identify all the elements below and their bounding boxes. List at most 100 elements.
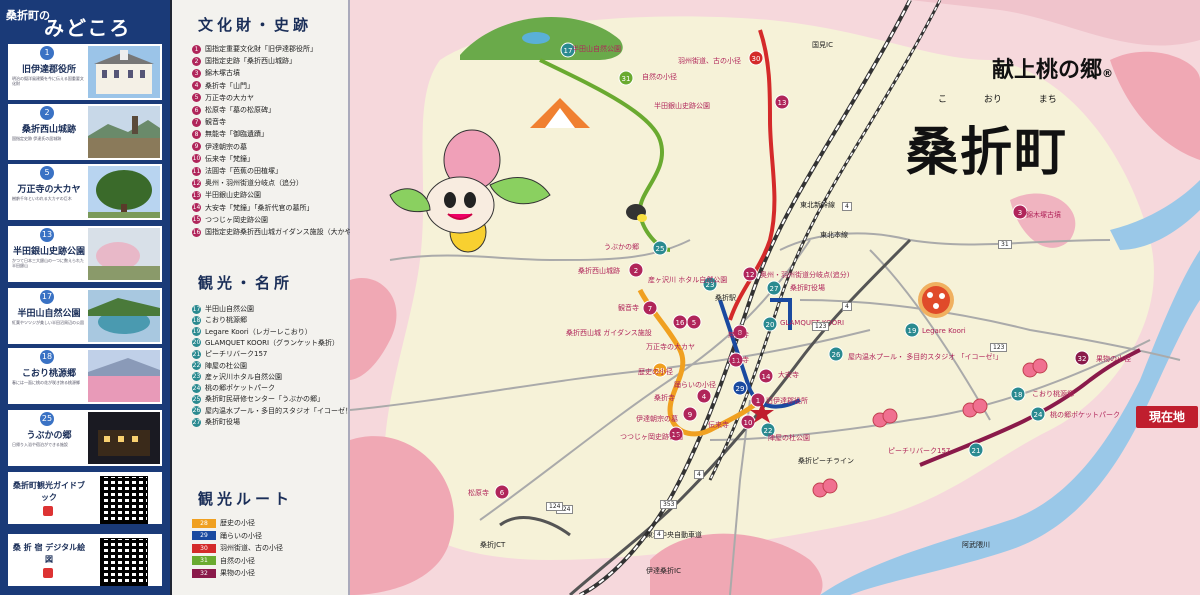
map-pin-marker: 29	[732, 380, 748, 396]
svg-text:12: 12	[746, 271, 755, 279]
svg-text:20: 20	[766, 321, 775, 329]
map-pin-marker: 14	[758, 368, 774, 384]
map-label: こおり桃源郷	[1032, 390, 1074, 398]
map-label: 阿武隈川	[962, 541, 990, 549]
cultural-number: 7	[192, 117, 201, 127]
svg-text:2: 2	[634, 267, 638, 275]
road-number-badge: 123	[990, 343, 1008, 352]
spot-photo	[88, 290, 160, 342]
qr-code[interactable]	[100, 538, 148, 586]
svg-text:14: 14	[762, 373, 771, 381]
town-logo-icon	[43, 506, 53, 516]
route-row: 29 踊らいの小径	[192, 531, 262, 541]
cultural-number: 2	[192, 56, 201, 66]
route-number: 31	[192, 556, 216, 565]
sight-row: 22 陣屋の杜公園	[192, 361, 247, 371]
sight-row: 17 半田山自然公園	[192, 304, 254, 314]
spot-desc: 日帰り入浴や宿泊ができる施設	[12, 442, 68, 447]
spot-desc: 国指定史跡 伊達氏の居城跡	[12, 136, 62, 141]
sight-label: 産ヶ沢川ホタル自然公園	[205, 372, 282, 381]
map-label: 果物の小径	[1096, 355, 1131, 363]
map-label: 奥州・羽州街道分岐点(追分)	[760, 271, 850, 279]
map-label: 松原寺	[468, 489, 489, 497]
cultural-number: 1	[192, 44, 201, 54]
map-pin-marker: 26	[828, 346, 844, 362]
legend-panel: 文化財・史跡 1 国指定重要文化財「旧伊達郡役所」 2 国指定史跡「桑折西山城跡」 3 錦…	[172, 0, 373, 595]
map-pin-marker: 6	[494, 484, 510, 500]
spot-number: 25	[40, 412, 54, 426]
digital-map-qr-card[interactable]: 桑 折 宿 デジタル絵図	[8, 534, 162, 586]
svg-text:30: 30	[752, 55, 761, 63]
map-label: 伊達桑折IC	[646, 567, 681, 575]
cultural-row: 10 伝来寺「梵鐘」	[192, 154, 254, 164]
sight-number: 20	[192, 338, 201, 348]
spot-photo	[88, 412, 160, 464]
cultural-number: 9	[192, 142, 201, 152]
route-number: 28	[192, 518, 216, 528]
spot-desc: 樹齢千年といわれる大カヤの巨木	[12, 196, 72, 201]
map-pin-marker: 13	[774, 94, 790, 110]
cultural-row: 5 万正寺の大カヤ	[192, 93, 254, 103]
svg-text:19: 19	[908, 327, 917, 335]
svg-text:24: 24	[1034, 411, 1043, 419]
svg-text:27: 27	[770, 285, 779, 293]
spot-desc: 春には一面に桃の花が咲き誇る桃源郷	[12, 380, 80, 385]
highlights-panel: 桑折町の みどころ 1 旧伊達郡役所 明治の擬洋風建築を今に伝える国重要文化財 …	[0, 0, 170, 595]
spot-card: 13 半田銀山史跡公園 かつて日本三大銀山の一つに数えられた半田銀山	[8, 226, 162, 282]
title-ruby: こ おり まち	[938, 95, 1057, 105]
map-pin-marker: 2	[628, 262, 644, 278]
cultural-row: 9 伊達朝宗の墓	[192, 142, 247, 152]
route-number: 32	[192, 568, 216, 578]
spot-card: 2 桑折西山城跡 国指定史跡 伊達氏の居城跡	[8, 104, 162, 160]
svg-text:6: 6	[500, 489, 505, 497]
route-row: 28 歴史の小径	[192, 518, 255, 528]
svg-text:29: 29	[736, 385, 745, 393]
qr-code[interactable]	[100, 476, 148, 524]
legend-routes-heading: 観光ルート	[198, 490, 294, 508]
spot-photo	[88, 350, 160, 402]
sight-number: 22	[192, 361, 201, 370]
sight-number: 24	[192, 383, 201, 393]
cultural-label: 無能寺「御臨遺蹟」	[205, 130, 268, 139]
map-pin-marker: 5	[686, 314, 702, 330]
sight-number: 18	[192, 315, 201, 325]
guidebook-qr-card[interactable]: 桑折町観光ガイドブック	[8, 472, 162, 524]
spot-photo	[88, 166, 160, 218]
map-pin-marker: 3	[1012, 204, 1028, 220]
map-pin-marker: 19	[904, 322, 920, 338]
cultural-number: 15	[192, 215, 201, 225]
spot-card: 5 万正寺の大カヤ 樹齢千年といわれる大カヤの巨木	[8, 164, 162, 220]
map-pin-marker: 10	[740, 414, 756, 430]
map-canvas: 1731301325223122720716 58111428294 1910221…	[350, 0, 1200, 595]
cultural-row: 8 無能寺「御臨遺蹟」	[192, 129, 268, 139]
guidebook-title: 桑折町観光ガイドブック	[13, 481, 85, 502]
map-label: 旧伊達郡役所	[766, 397, 808, 405]
cultural-label: 伝来寺「梵鐘」	[205, 154, 254, 163]
cultural-number: 16	[192, 227, 201, 237]
spot-name: うぶかの郷	[26, 431, 72, 441]
sight-label: Legare Koori（レガーレこおり）	[205, 327, 312, 336]
cultural-row: 11 法圓寺「芭蕉の田植塚」	[192, 166, 282, 176]
cultural-row: 13 半田銀山史跡公園	[192, 190, 261, 200]
map-label: 産ヶ沢川 ホタル自然公園	[648, 276, 728, 284]
sight-row: 26 屋内温水プール・多目的スタジオ「イコーゼ！」	[192, 406, 359, 416]
map-label: 陣屋の杜公園	[768, 434, 810, 442]
map-label: ピーチリバーク157	[888, 447, 951, 455]
spot-name: こおり桃源郷	[21, 369, 76, 379]
spot-desc: かつて日本三大銀山の一つに数えられた半田銀山	[12, 258, 84, 268]
sight-row: 23 産ヶ沢川ホタル自然公園	[192, 372, 282, 382]
spot-name: 半田銀山史跡公園	[12, 247, 85, 257]
sight-row: 24 桃の郷ポケットパーク	[192, 383, 275, 393]
spot-name: 半田山自然公園	[17, 309, 81, 319]
town-logo-icon	[43, 568, 53, 578]
map-label: 桑折西山城跡	[578, 267, 620, 275]
cultural-label: 法圓寺「芭蕉の田植塚」	[205, 167, 282, 175]
town-name-title: 桑折町	[906, 123, 1069, 183]
sight-row: 19 Legare Koori（レガーレこおり）	[192, 327, 312, 337]
sight-label: 半田山自然公園	[205, 305, 254, 313]
route-label: 踊らいの小径	[220, 531, 262, 540]
sight-number: 26	[192, 406, 201, 416]
spot-number: 1	[40, 46, 54, 60]
sight-number: 23	[192, 372, 201, 382]
cultural-label: 錦木塚古墳	[205, 69, 240, 78]
